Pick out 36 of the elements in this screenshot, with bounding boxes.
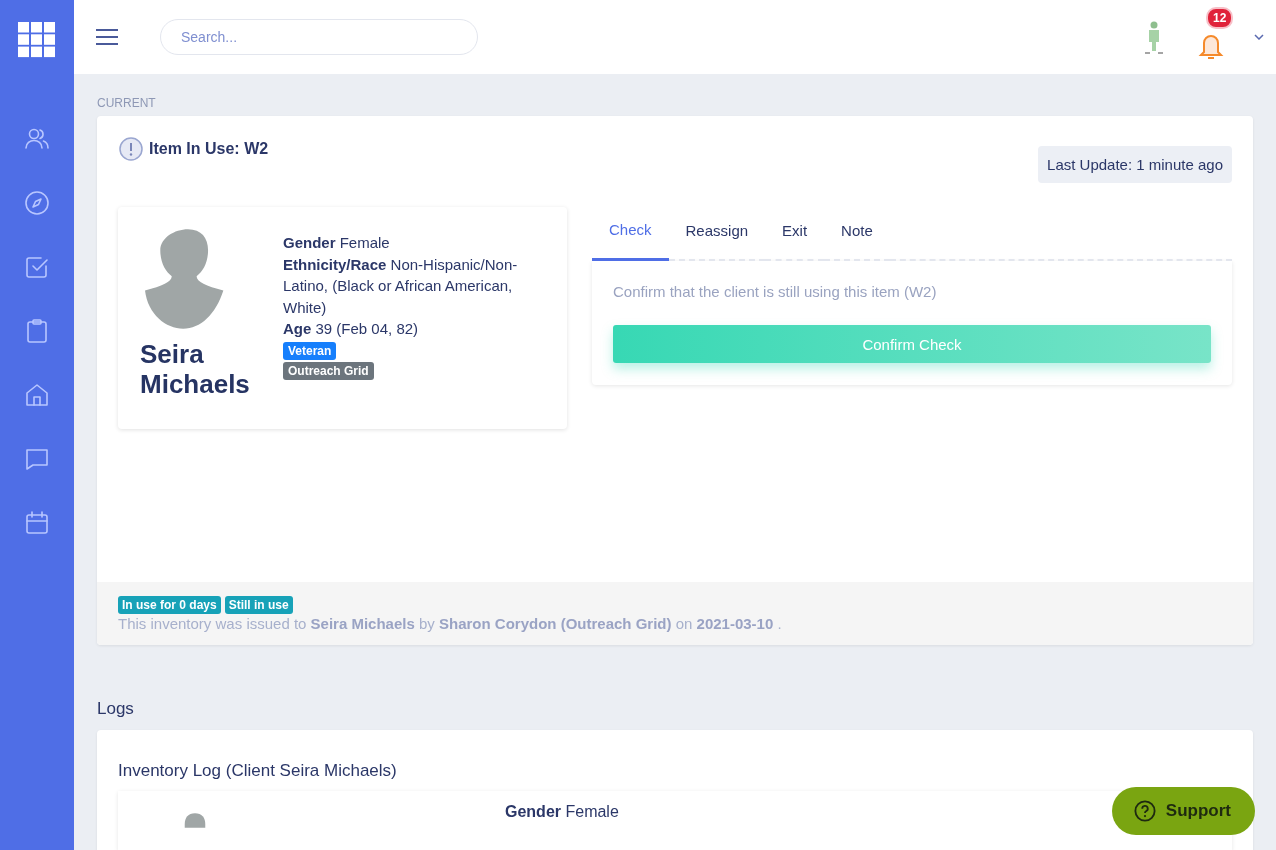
last-update-button[interactable]: Last Update: 1 minute ago xyxy=(1038,146,1232,183)
log-title: Inventory Log (Client Seira Michaels) xyxy=(118,761,398,781)
apps-grid-icon[interactable] xyxy=(18,22,56,58)
chat-icon[interactable] xyxy=(24,446,50,472)
support-button[interactable]: Support xyxy=(1111,787,1255,835)
search-field[interactable]: Search... xyxy=(160,19,478,55)
chevron-down-icon[interactable] xyxy=(1254,34,1264,40)
client-detail: Ethnicity/Race Non-Hispanic/Non-Latino, (Black or African American, White) xyxy=(283,254,519,318)
logs-heading: Logs xyxy=(97,699,135,719)
clipboard-icon[interactable] xyxy=(24,318,50,344)
client-detail: Gender Female xyxy=(283,233,391,253)
tab[interactable]: Check xyxy=(592,207,669,261)
client-detail: Age 39 (Feb 04, 82) xyxy=(283,319,420,339)
check-prompt: Confirm that the client is still using this item (W2) xyxy=(613,283,938,300)
checkbox-icon[interactable] xyxy=(24,254,50,280)
users-icon[interactable] xyxy=(24,126,50,152)
item-title: Item In Use: W2 xyxy=(149,140,269,158)
tag: Outreach Grid xyxy=(283,361,374,380)
menu-icon[interactable] xyxy=(96,29,118,45)
person-figure-icon[interactable] xyxy=(1142,20,1166,54)
tab[interactable]: Reassign xyxy=(668,207,766,261)
status-badge: In use for 0 days xyxy=(118,596,221,614)
tab[interactable]: Exit xyxy=(765,207,825,261)
compass-icon[interactable] xyxy=(24,190,50,216)
status-badge: Still in use xyxy=(224,596,293,614)
calendar-icon[interactable] xyxy=(24,510,50,536)
home-icon[interactable] xyxy=(24,382,50,408)
tab[interactable]: Note xyxy=(824,207,890,261)
exclamation-circle-icon xyxy=(119,137,143,161)
tag: Veteran xyxy=(283,341,337,360)
section-label: CURRENT xyxy=(97,96,157,110)
issue-sentence: This inventory was issued to Seira Michaels by Sharon Corydon (Outreach Grid) on 2021-03-10 . xyxy=(118,615,783,632)
notification-count: 12 xyxy=(1206,7,1234,29)
client-detail: Gender Female xyxy=(505,803,619,821)
help-icon xyxy=(1133,800,1156,822)
client-name: Seira Michaels xyxy=(140,339,251,399)
